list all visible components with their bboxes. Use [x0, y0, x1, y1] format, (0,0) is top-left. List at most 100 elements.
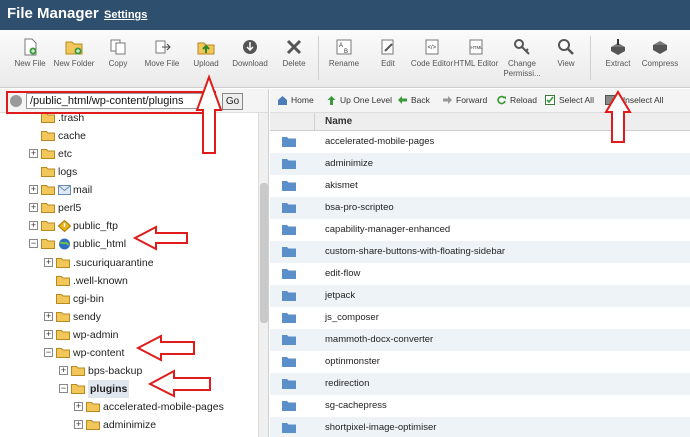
tree-item[interactable]: logs: [0, 163, 258, 181]
tree-item[interactable]: cgi-bin: [0, 290, 258, 308]
unselect-all-button[interactable]: Unselect All: [605, 95, 663, 105]
folder-icon: [86, 402, 100, 412]
edit-button[interactable]: Edit: [364, 38, 412, 69]
file-row[interactable]: bsa-pro-scripteo: [270, 197, 690, 219]
tree-item-label: public_html: [73, 238, 127, 250]
tree-scrollbar[interactable]: [258, 113, 268, 437]
toolbar-separator: [318, 36, 319, 80]
code-editor-label: Code Editor: [410, 59, 454, 68]
file-row[interactable]: custom-share-buttons-with-floating-sideb…: [270, 241, 690, 263]
collapse-icon[interactable]: −: [44, 348, 53, 357]
file-row[interactable]: jetpack: [270, 285, 690, 307]
expand-icon[interactable]: +: [44, 330, 53, 339]
upload-button[interactable]: Upload: [182, 38, 230, 69]
select-all-button[interactable]: Select All: [545, 95, 594, 105]
folder-icon: [282, 181, 296, 191]
folder-icon: [282, 225, 296, 235]
folder-icon: [56, 312, 70, 322]
file-name: redirection: [325, 378, 370, 389]
file-row[interactable]: redirection: [270, 373, 690, 395]
file-row[interactable]: akismet: [270, 175, 690, 197]
code-editor-button[interactable]: </> Code Editor: [408, 38, 456, 69]
back-button[interactable]: Back: [397, 95, 430, 105]
compress-button[interactable]: Compress: [636, 38, 684, 69]
folder-icon: [56, 330, 70, 340]
tree-item[interactable]: + public_ftp: [0, 217, 258, 235]
tree-item[interactable]: + mail: [0, 181, 258, 199]
new-folder-button[interactable]: New Folder: [50, 38, 98, 69]
expand-icon[interactable]: +: [59, 366, 68, 375]
tree-item[interactable]: − public_html: [0, 235, 258, 253]
scrollbar-thumb[interactable]: [260, 183, 268, 323]
tree-item-label: etc: [58, 148, 73, 160]
expand-icon[interactable]: +: [29, 185, 38, 194]
tree-item[interactable]: + perl5: [0, 199, 258, 217]
html-editor-icon: HTML: [469, 39, 483, 55]
tree-item[interactable]: + accelerated-mobile-pages: [0, 398, 258, 416]
html-editor-button[interactable]: HTML HTML Editor: [452, 38, 500, 69]
tree-item-label: .sucuriquarantine: [73, 257, 154, 269]
collapse-icon[interactable]: −: [29, 239, 38, 248]
reload-button[interactable]: Reload: [496, 95, 537, 105]
copy-button[interactable]: Copy: [94, 38, 142, 69]
forward-label: Forward: [456, 95, 488, 105]
tree-item[interactable]: + .sucuriquarantine: [0, 254, 258, 272]
download-button[interactable]: Download: [226, 38, 274, 69]
tree-item[interactable]: + bps-backup: [0, 362, 258, 380]
folder-icon: [41, 203, 55, 213]
expand-icon[interactable]: +: [29, 203, 38, 212]
column-header-name[interactable]: Name: [325, 116, 352, 127]
folder-icon: [56, 294, 70, 304]
up-one-level-button[interactable]: Up One Level: [326, 95, 392, 105]
new-file-button[interactable]: New File: [6, 38, 54, 69]
folder-icon: [41, 113, 55, 123]
file-row[interactable]: optinmonster: [270, 351, 690, 373]
folder-icon: [282, 247, 296, 257]
tree-item[interactable]: − plugins: [0, 380, 258, 398]
tree-item[interactable]: + adminimize: [0, 416, 258, 434]
upload-icon: [197, 42, 215, 55]
tree-item[interactable]: .trash: [0, 113, 258, 127]
folder-icon: [56, 348, 70, 358]
go-button[interactable]: Go: [222, 93, 243, 110]
file-row[interactable]: adminimize: [270, 153, 690, 175]
rename-button[interactable]: AB Rename: [320, 38, 368, 69]
collapse-icon[interactable]: −: [59, 384, 68, 393]
file-row[interactable]: accelerated-mobile-pages: [270, 131, 690, 153]
tree-item[interactable]: + wp-admin: [0, 326, 258, 344]
expand-icon[interactable]: +: [44, 258, 53, 267]
folder-icon: [282, 335, 296, 345]
tree-item[interactable]: + etc: [0, 145, 258, 163]
file-row[interactable]: js_composer: [270, 307, 690, 329]
expand-icon[interactable]: +: [74, 420, 83, 429]
tree-item[interactable]: + sendy: [0, 308, 258, 326]
file-name: edit-flow: [325, 268, 361, 279]
expand-icon[interactable]: +: [29, 221, 38, 230]
tree-item[interactable]: cache: [0, 127, 258, 145]
path-input[interactable]: [26, 93, 214, 109]
change-permissions-button[interactable]: Change Permissi...: [498, 38, 546, 79]
toolbar-separator: [590, 36, 591, 80]
file-row[interactable]: sg-cachepress: [270, 395, 690, 417]
tree-item[interactable]: .well-known: [0, 272, 258, 290]
rename-label: Rename: [328, 59, 360, 68]
file-row[interactable]: edit-flow: [270, 263, 690, 285]
tree-item-label: .trash: [58, 113, 85, 124]
settings-link[interactable]: Settings: [104, 9, 147, 21]
delete-button[interactable]: Delete: [270, 38, 318, 69]
expand-icon[interactable]: +: [29, 149, 38, 158]
file-row[interactable]: shortpixel-image-optimiser: [270, 417, 690, 437]
file-row[interactable]: mammoth-docx-converter: [270, 329, 690, 351]
folder-icon: [282, 313, 296, 323]
file-row[interactable]: capability-manager-enhanced: [270, 219, 690, 241]
move-file-button[interactable]: Move File: [138, 38, 186, 69]
forward-button[interactable]: Forward: [442, 95, 487, 105]
file-name: js_composer: [325, 312, 379, 323]
expand-icon[interactable]: +: [44, 312, 53, 321]
tree-item[interactable]: − wp-content: [0, 344, 258, 362]
home-button[interactable]: Home: [277, 95, 314, 105]
expand-icon[interactable]: +: [74, 402, 83, 411]
view-button[interactable]: View: [542, 38, 590, 69]
extract-button[interactable]: Extract: [594, 38, 642, 69]
folder-icon: [86, 420, 100, 430]
